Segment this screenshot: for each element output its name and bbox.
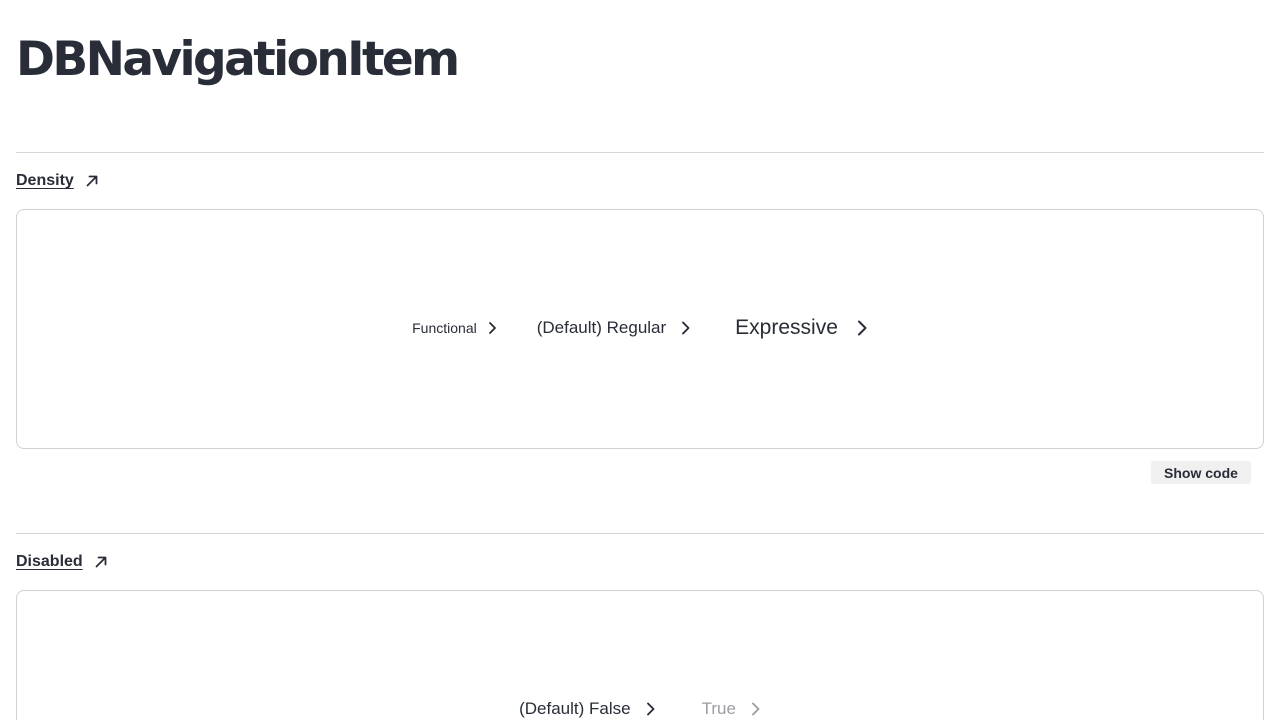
- density-heading-text: Density: [16, 172, 74, 189]
- section-divider: [16, 533, 1264, 534]
- nav-item-label: (Default) False: [519, 699, 631, 718]
- density-nav-row: Functional (Default) Regular Expressive: [17, 316, 1263, 340]
- section-divider: [16, 152, 1264, 153]
- page: DBNavigationItem Density Functional (Def…: [0, 0, 1280, 720]
- density-heading-link[interactable]: Density: [16, 172, 100, 190]
- disabled-nav-row: (Default) False True: [17, 699, 1263, 719]
- nav-item-label: True: [701, 699, 736, 718]
- nav-item-enabled[interactable]: (Default) False: [519, 699, 655, 719]
- nav-item-functional[interactable]: Functional: [412, 320, 497, 336]
- nav-item-label: Expressive: [735, 316, 838, 339]
- show-code-button[interactable]: Show code: [1151, 461, 1251, 484]
- chevron-right-icon: [646, 702, 655, 716]
- chevron-right-icon: [682, 321, 690, 335]
- disabled-heading-link[interactable]: Disabled: [16, 553, 109, 571]
- disabled-preview: (Default) False True: [16, 590, 1264, 720]
- nav-item-expressive[interactable]: Expressive: [735, 316, 868, 340]
- nav-item-disabled: True: [702, 699, 761, 719]
- nav-item-label: Functional: [412, 320, 477, 336]
- arrow-up-right-icon: [86, 175, 98, 187]
- chevron-right-icon: [857, 320, 867, 336]
- arrow-up-right-icon: [95, 556, 107, 568]
- density-preview: Functional (Default) Regular Expressive: [16, 209, 1264, 449]
- disabled-heading-text: Disabled: [16, 553, 83, 570]
- nav-item-label: (Default) Regular: [536, 318, 667, 337]
- chevron-right-icon: [751, 702, 760, 716]
- page-title: DBNavigationItem: [16, 32, 460, 87]
- chevron-right-icon: [488, 322, 496, 334]
- nav-item-regular[interactable]: (Default) Regular: [537, 318, 691, 338]
